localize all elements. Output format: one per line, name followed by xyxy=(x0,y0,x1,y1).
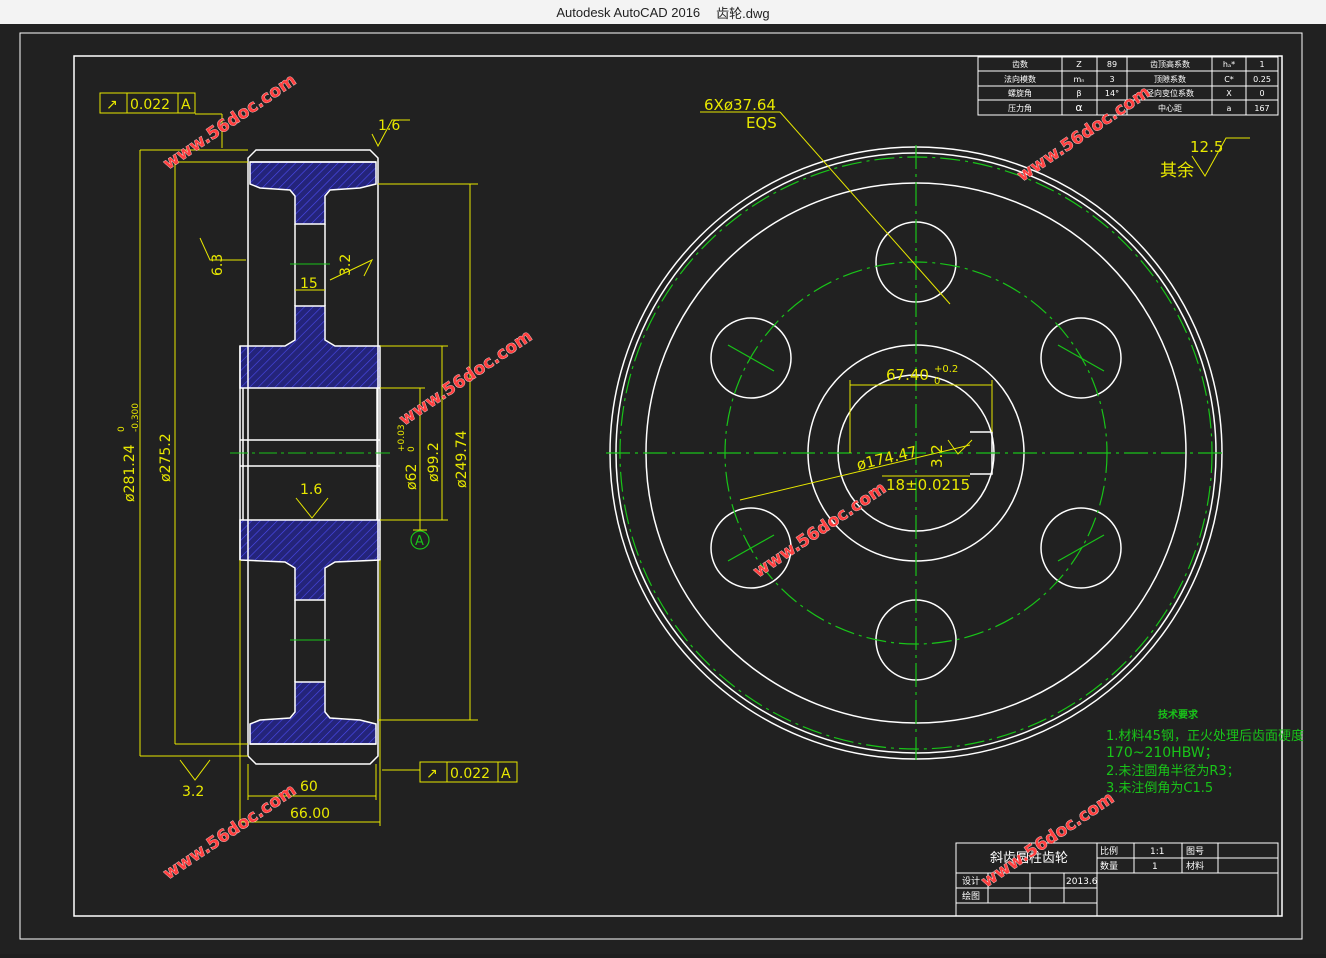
app-title: Autodesk AutoCAD 2016 xyxy=(556,4,701,20)
scale-label: 比例 xyxy=(1100,845,1118,857)
roughness-top: 1.6 xyxy=(378,118,400,134)
other-roughness-label: 其余 xyxy=(1160,161,1194,181)
key-dim: 18±0.0215 xyxy=(886,476,970,494)
watermark-3: www.56doc.com xyxy=(396,326,537,430)
dim-face-width: 66.00 xyxy=(290,806,330,822)
tech-title: 技术要求 xyxy=(1158,708,1199,721)
dim-ref-dia: ø275.2 xyxy=(158,433,174,482)
pt-r1c1: mₙ xyxy=(1074,75,1085,84)
pt-r2c5: 0 xyxy=(1259,89,1264,98)
pt-r2c4: X xyxy=(1226,89,1232,98)
roughness-hub: 1.6 xyxy=(300,482,322,498)
keyway-tol-lower: 0 xyxy=(934,376,940,387)
watermark-4: www.56doc.com xyxy=(750,478,891,582)
drawing-svg: 齿数 Z 89 齿顶高系数 hₐ* 1 法向模数 mₙ 3 顶隙系数 C* 0.… xyxy=(19,32,1304,940)
tech-line-3: 2.未注圆角半径为R3； xyxy=(1106,764,1240,779)
keyway-tol-upper: +0.2 xyxy=(934,364,958,375)
dim-tip-tol-upper: 0 xyxy=(117,426,127,432)
other-roughness: 其余 12.5 xyxy=(1160,137,1250,181)
pt-r2c1: β xyxy=(1076,89,1081,98)
pt-r1c0: 法向模数 xyxy=(1004,74,1036,84)
dim-root-dia: ø249.74 xyxy=(454,430,470,488)
watermark-1: www.56doc.com xyxy=(160,70,301,174)
pt-r3c4: a xyxy=(1227,104,1232,113)
pt-r3c1: α xyxy=(1075,101,1082,114)
dim-bore-tol-lower: 0 xyxy=(407,446,417,452)
pt-r3c0: 压力角 xyxy=(1008,103,1032,113)
tech-line-4: 3.未注倒角为C1.5 xyxy=(1106,781,1213,796)
qty-label: 数量 xyxy=(1100,860,1118,872)
pt-r0c4: hₐ* xyxy=(1223,60,1235,69)
pt-r2c2: 14° xyxy=(1105,89,1119,98)
keyway-width: 67.40 xyxy=(886,366,929,384)
pt-r1c5: 0.25 xyxy=(1253,75,1271,84)
design-date: 2013.6 xyxy=(1066,877,1098,887)
dim-hub-width: 60 xyxy=(300,779,318,795)
roughness-left: 6.3 xyxy=(210,254,226,276)
watermark-2: www.56doc.com xyxy=(1014,82,1155,186)
pt-r0c1: Z xyxy=(1076,60,1082,69)
tol-bottom-datum: A xyxy=(501,766,511,782)
other-roughness-value: 12.5 xyxy=(1190,138,1223,156)
pt-r2c3: 径向变位系数 xyxy=(1146,88,1194,98)
pt-r0c2: 89 xyxy=(1107,60,1117,69)
material-label: 材料 xyxy=(1186,860,1204,872)
holes-note: 6Xø37.64 xyxy=(704,96,776,114)
pt-r1c4: C* xyxy=(1224,75,1234,84)
window-titlebar: Autodesk AutoCAD 2016 齿轮.dwg xyxy=(0,0,1326,25)
pt-r0c5: 1 xyxy=(1259,60,1264,69)
pt-r2c0: 螺旋角 xyxy=(1008,88,1032,98)
pt-r1c2: 3 xyxy=(1109,75,1114,84)
pitch-circle-dim: ø174.47 xyxy=(855,442,919,473)
tol-top-value: 0.022 xyxy=(130,97,170,113)
tol-top-symbol: ↗ xyxy=(106,97,118,113)
tech-line-2: 170~210HBW； xyxy=(1106,745,1219,761)
tol-bottom-symbol: ↗ xyxy=(426,766,438,782)
drawing-no-label: 图号 xyxy=(1186,846,1204,857)
pt-r3c3: 中心距 xyxy=(1158,103,1182,113)
watermark-5: www.56doc.com xyxy=(160,780,301,884)
holes-note2: EQS xyxy=(746,114,777,132)
keyway-roughness: 3.2 xyxy=(928,444,946,468)
pt-r0c3: 齿顶高系数 xyxy=(1150,59,1190,69)
drawing-canvas[interactable]: 齿数 Z 89 齿顶高系数 hₐ* 1 法向模数 mₙ 3 顶隙系数 C* 0.… xyxy=(0,24,1326,954)
front-view: 6Xø37.64 EQS 67.40 +0.2 0 3.2 18±0.0215 … xyxy=(606,96,1226,760)
roughness-web: 3.2 xyxy=(338,254,354,276)
pt-r3c5: 167 xyxy=(1254,104,1269,113)
tol-bottom-value: 0.022 xyxy=(450,766,490,782)
dim-tip-tol-lower: -0.300 xyxy=(131,403,141,432)
datum-a-label: A xyxy=(415,534,424,549)
tol-top-datum: A xyxy=(181,97,191,113)
pt-r1c3: 顶隙系数 xyxy=(1154,74,1186,84)
side-view: ↗ 0.022 A ↗ 0.022 A 1.6 6.3 3.2 1.6 3.2 … xyxy=(99,92,518,826)
dim-tip-dia: ø281.24 xyxy=(122,444,138,502)
dim-web-width: 15 xyxy=(300,276,318,292)
pt-r0c0: 齿数 xyxy=(1012,59,1028,69)
tech-line-1: 1.材料45钢，正火处理后齿面硬度 xyxy=(1106,728,1304,744)
roughness-bottom: 3.2 xyxy=(182,784,204,800)
scale-value: 1:1 xyxy=(1150,847,1164,857)
drawing-label: 绘图 xyxy=(962,890,980,902)
tech-requirements: 技术要求 1.材料45钢，正火处理后齿面硬度 170~210HBW； 2.未注圆… xyxy=(1106,708,1304,796)
file-title: 齿轮.dwg xyxy=(716,5,770,21)
qty-value: 1 xyxy=(1152,862,1158,872)
dim-bore-dia: ø62 xyxy=(404,464,420,490)
dim-hub-dia: ø99.2 xyxy=(426,442,442,482)
